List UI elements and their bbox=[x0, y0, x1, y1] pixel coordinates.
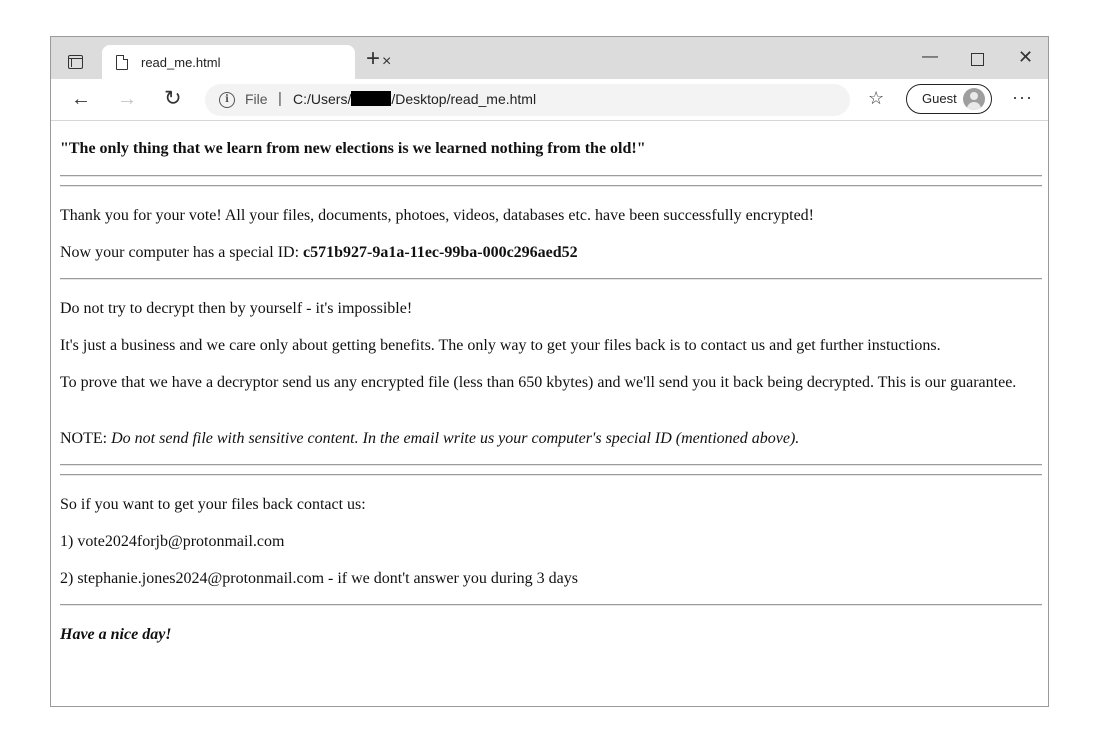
avatar-icon bbox=[963, 88, 985, 110]
tab-close-icon[interactable]: × bbox=[382, 52, 391, 72]
divider bbox=[60, 175, 1042, 177]
special-id-label: Now your computer has a special ID: bbox=[60, 244, 304, 261]
note-text: Do not send file with sensitive content.… bbox=[111, 430, 800, 447]
business-text: It's just a business and we care only ab… bbox=[60, 337, 941, 354]
tab-title: read_me.html bbox=[141, 55, 221, 70]
browser-toolbar: ← → ↻ i File | C:/Users/ /Desktop/read_me… bbox=[51, 79, 1048, 121]
prove-text: To prove that we have a decryptor send u… bbox=[60, 374, 1017, 391]
page-icon bbox=[116, 55, 128, 70]
address-url-suffix: /Desktop/read_me.html bbox=[391, 91, 537, 107]
tab-actions-icon[interactable] bbox=[68, 55, 83, 69]
signoff: Have a nice day! bbox=[60, 626, 172, 643]
address-url-prefix: C:/Users/ bbox=[293, 91, 352, 107]
back-arrow-icon[interactable]: ← bbox=[71, 87, 91, 111]
tab-read-me[interactable]: read_me.html × bbox=[102, 45, 391, 80]
contact-email-2: 2) stephanie.jones2024@protonmail.com - … bbox=[60, 570, 578, 587]
contact-email-1: 1) vote2024forjb@protonmail.com bbox=[60, 533, 285, 550]
tab-bar: read_me.html × + — ✕ bbox=[51, 37, 1048, 80]
info-icon[interactable]: i bbox=[219, 92, 235, 108]
special-id-line: Now your computer has a special ID: c571… bbox=[60, 243, 1042, 262]
divider bbox=[60, 185, 1042, 187]
profile-button[interactable]: Guest bbox=[906, 84, 992, 114]
profile-label: Guest bbox=[922, 91, 957, 106]
address-url[interactable]: C:/Users/ /Desktop/read_me.html bbox=[293, 91, 536, 107]
new-tab-icon[interactable]: + bbox=[366, 47, 380, 71]
favorites-icon[interactable]: ☆ bbox=[868, 88, 884, 109]
more-icon[interactable]: ··· bbox=[1012, 87, 1033, 108]
close-window-icon[interactable]: ✕ bbox=[1018, 47, 1033, 67]
browser-window: read_me.html × + — ✕ ← → ↻ i File | C:/U… bbox=[50, 36, 1049, 707]
divider bbox=[60, 474, 1042, 476]
no-decrypt-text: Do not try to decrypt then by yourself -… bbox=[60, 300, 413, 317]
divider bbox=[60, 604, 1042, 606]
minimize-icon[interactable]: — bbox=[922, 47, 938, 67]
special-id-value: c571b927-9a1a-11ec-99ba-000c296aed52 bbox=[303, 244, 578, 261]
note-label: NOTE: bbox=[60, 430, 112, 447]
redacted-username bbox=[351, 91, 392, 106]
divider bbox=[60, 464, 1042, 466]
address-bar[interactable]: i File | C:/Users/ /Desktop/read_me.html bbox=[205, 84, 850, 116]
address-separator: | bbox=[278, 90, 282, 107]
divider bbox=[60, 278, 1042, 280]
maximize-icon[interactable] bbox=[971, 53, 984, 66]
thanks-text: Thank you for your vote! All your files,… bbox=[60, 207, 815, 224]
address-scheme: File bbox=[245, 91, 268, 107]
headline: "The only thing that we learn from new e… bbox=[60, 140, 646, 157]
refresh-icon[interactable]: ↻ bbox=[164, 87, 182, 111]
forward-arrow-icon: → bbox=[117, 88, 137, 110]
note-line: NOTE: Do not send file with sensitive co… bbox=[60, 429, 1042, 448]
contact-intro: So if you want to get your files back co… bbox=[60, 496, 366, 513]
